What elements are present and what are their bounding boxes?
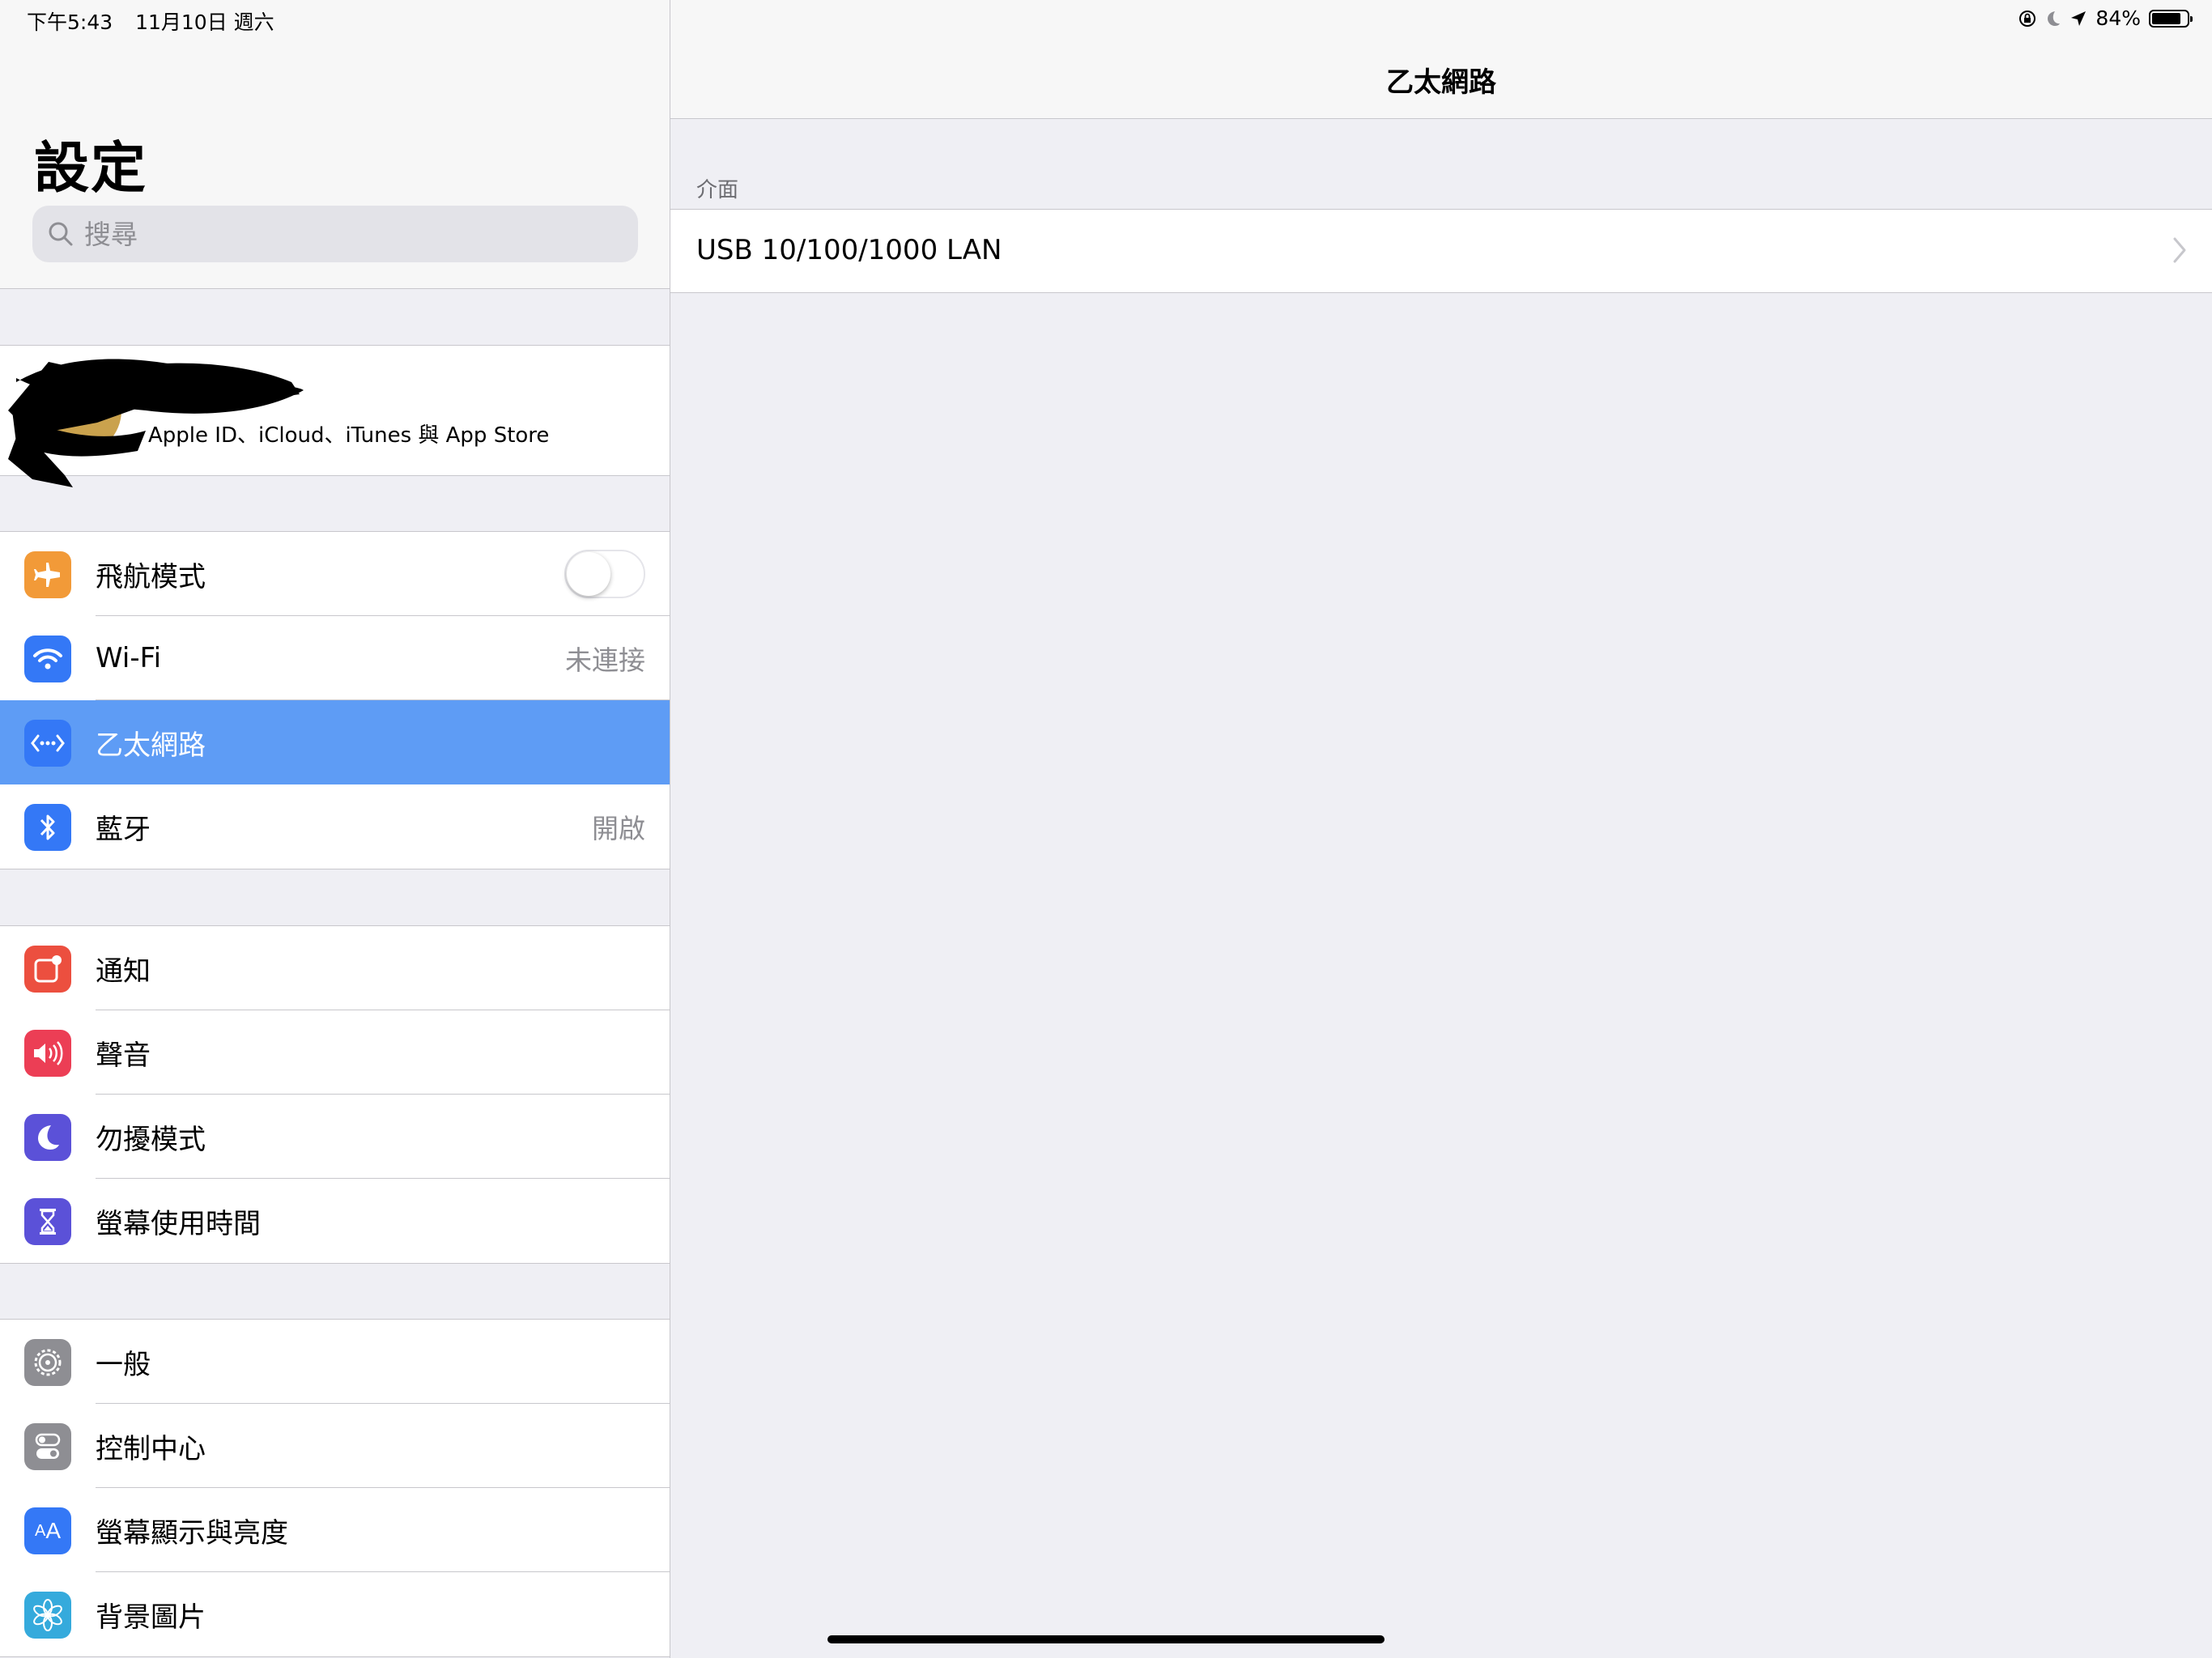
- profile-subtitle: Apple ID、iCloud、iTunes 與 App Store: [148, 423, 550, 448]
- do-not-disturb-row[interactable]: 勿擾模式: [0, 1095, 670, 1179]
- status-bar-left: 下午5:43 11月10日 週六: [27, 6, 291, 36]
- interface-label: USB 10/100/1000 LAN: [696, 234, 1002, 266]
- search-input[interactable]: [83, 217, 604, 251]
- battery-percentage: 84%: [2095, 6, 2141, 30]
- screen-time-label: 螢幕使用時間: [96, 1207, 261, 1240]
- wallpaper-label: 背景圖片: [96, 1601, 206, 1634]
- sounds-label: 聲音: [96, 1039, 151, 1072]
- notifications-icon: [24, 946, 71, 993]
- status-date: 11月10日 週六: [135, 11, 274, 34]
- bluetooth-row[interactable]: 藍牙 開啟: [0, 784, 670, 869]
- bluetooth-icon: [24, 804, 71, 851]
- bluetooth-label: 藍牙: [96, 813, 151, 846]
- wallpaper-row[interactable]: 背景圖片: [0, 1572, 670, 1656]
- nav-title: 乙太網路: [1386, 66, 1496, 99]
- connectivity-group: 飛航模式 Wi-Fi 未連接 乙太網路 藍牙 開啟: [0, 531, 670, 869]
- notifications-group: 通知 聲音 勿擾模式 螢幕使用時間: [0, 925, 670, 1264]
- ethernet-icon: [24, 720, 71, 767]
- airplane-mode-row[interactable]: 飛航模式: [0, 532, 670, 616]
- profile-group: Apple ID、iCloud、iTunes 與 App Store: [0, 345, 670, 487]
- wifi-status: 未連接: [565, 644, 645, 676]
- do-not-disturb-label: 勿擾模式: [96, 1123, 206, 1156]
- display-brightness-label: 螢幕顯示與亮度: [96, 1516, 288, 1550]
- airplane-mode-toggle[interactable]: [564, 550, 645, 598]
- search-field[interactable]: [32, 206, 638, 262]
- control-center-row[interactable]: 控制中心: [0, 1404, 670, 1488]
- flower-icon: [24, 1592, 71, 1639]
- airplane-mode-label: 飛航模式: [96, 560, 206, 593]
- airplane-icon: [24, 551, 71, 598]
- location-icon: [2071, 11, 2087, 26]
- control-center-label: 控制中心: [96, 1432, 206, 1465]
- ethernet-label: 乙太網路: [96, 729, 206, 762]
- battery-icon: [2149, 9, 2193, 28]
- wifi-icon: [24, 636, 71, 682]
- nav-bar: 乙太網路: [670, 0, 2212, 119]
- moon-icon: [2048, 11, 2061, 26]
- detail-pane: 乙太網路 介面 USB 10/100/1000 LAN: [670, 0, 2212, 1658]
- status-time: 下午5:43: [27, 11, 113, 34]
- ethernet-row[interactable]: 乙太網路: [0, 700, 670, 784]
- page-title: 設定: [34, 137, 148, 201]
- text-size-icon: AA: [24, 1507, 71, 1554]
- toggle-knob: [567, 552, 610, 596]
- moon-icon: [24, 1114, 71, 1161]
- general-row[interactable]: 一般: [0, 1320, 670, 1404]
- battery-level: [2152, 12, 2181, 24]
- rotation-lock-icon: [2019, 10, 2036, 27]
- bluetooth-status: 開啟: [592, 813, 645, 844]
- status-bar-right: 84%: [2018, 6, 2193, 30]
- screen-time-row[interactable]: 螢幕使用時間: [0, 1179, 670, 1263]
- switches-icon: [24, 1423, 71, 1470]
- notifications-label: 通知: [96, 954, 151, 988]
- wifi-row[interactable]: Wi-Fi 未連接: [0, 616, 670, 700]
- general-label: 一般: [96, 1348, 151, 1381]
- gear-icon: [24, 1339, 71, 1386]
- sound-icon: [24, 1030, 71, 1077]
- interface-row[interactable]: USB 10/100/1000 LAN: [670, 209, 2212, 293]
- display-brightness-row[interactable]: AA 螢幕顯示與亮度: [0, 1488, 670, 1572]
- hourglass-icon: [24, 1198, 71, 1245]
- wifi-label: Wi-Fi: [96, 642, 162, 674]
- sidebar-header: 設定: [0, 0, 670, 289]
- chevron-right-icon: [2173, 237, 2186, 263]
- search-icon: [49, 222, 73, 246]
- home-indicator[interactable]: [827, 1635, 1385, 1643]
- sounds-row[interactable]: 聲音: [0, 1010, 670, 1095]
- apple-id-row[interactable]: Apple ID、iCloud、iTunes 與 App Store: [0, 346, 670, 487]
- settings-sidebar: 設定 Apple ID、iCloud、iTunes 與 App Store: [0, 0, 670, 1658]
- section-header: 介面: [696, 178, 739, 202]
- general-group: 一般 控制中心 AA 螢幕顯示與亮度 背景圖片: [0, 1319, 670, 1657]
- notifications-row[interactable]: 通知: [0, 926, 670, 1010]
